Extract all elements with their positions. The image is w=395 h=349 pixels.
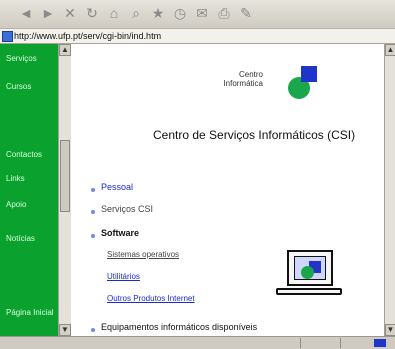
- sidebar-item-noticias[interactable]: Notícias: [6, 234, 56, 243]
- logo-square-icon: [301, 66, 317, 82]
- subitem-sistemas[interactable]: Sistemas operativos: [107, 250, 179, 259]
- edit-icon[interactable]: ✎: [236, 4, 256, 22]
- status-divider: [300, 338, 301, 348]
- bullet-icon: [91, 234, 95, 238]
- page-title: Centro de Serviços Informáticos (CSI): [153, 128, 356, 142]
- item-equipamentos[interactable]: Equipamentos informáticos disponíveis: [101, 322, 257, 332]
- main-scrollbar[interactable]: ▲ ▼: [384, 44, 395, 336]
- sidebar-item-links[interactable]: Links: [6, 174, 56, 183]
- computer-icon: [287, 250, 333, 286]
- back-icon[interactable]: ◄: [16, 4, 36, 22]
- subitem-utilitarios[interactable]: Utilitários: [107, 272, 140, 281]
- scroll-thumb[interactable]: [60, 140, 70, 212]
- address-text[interactable]: http://www.ufp.pt/serv/cgi-bin/ind.htm: [14, 29, 161, 43]
- computer-keyboard-icon: [276, 288, 342, 295]
- history-icon[interactable]: ◷: [170, 4, 190, 22]
- sidebar-item-apoio[interactable]: Apoio: [6, 200, 56, 209]
- scroll-down-icon[interactable]: ▼: [59, 324, 71, 336]
- screen-circle-icon: [301, 266, 314, 279]
- stop-icon[interactable]: ✕: [60, 4, 80, 22]
- sidebar-item-servicos[interactable]: Serviços: [6, 54, 56, 63]
- sidebar-item-cursos[interactable]: Cursos: [6, 82, 56, 91]
- browser-toolbar: ◄ ► ✕ ↻ ⌂ ⌕ ★ ◷ ✉ ⎙ ✎: [0, 0, 395, 29]
- search-icon[interactable]: ⌕: [126, 4, 146, 22]
- main-content: Centro Informática Centro de Serviços In…: [71, 44, 395, 336]
- scroll-up-icon[interactable]: ▲: [59, 44, 71, 56]
- status-divider: [340, 338, 341, 348]
- status-bar: [0, 336, 395, 349]
- bullet-icon: [91, 210, 95, 214]
- scroll-down-icon[interactable]: ▼: [385, 324, 395, 336]
- print-icon[interactable]: ⎙: [214, 4, 234, 22]
- subitem-outros[interactable]: Outros Produtos Internet: [107, 294, 195, 303]
- forward-icon[interactable]: ►: [38, 4, 58, 22]
- refresh-icon[interactable]: ↻: [82, 4, 102, 22]
- home-icon[interactable]: ⌂: [104, 4, 124, 22]
- item-software[interactable]: Software: [101, 228, 139, 238]
- favorites-icon[interactable]: ★: [148, 4, 168, 22]
- sidebar-scrollbar[interactable]: ▲ ▼: [58, 44, 71, 336]
- bullet-icon: [91, 328, 95, 332]
- page-icon: [2, 31, 13, 42]
- logo-text: Centro Informática: [223, 70, 263, 88]
- sidebar-item-contactos[interactable]: Contactos: [6, 150, 56, 159]
- item-servicos-csi[interactable]: Serviços CSI: [101, 204, 153, 214]
- mail-icon[interactable]: ✉: [192, 4, 212, 22]
- address-bar[interactable]: http://www.ufp.pt/serv/cgi-bin/ind.htm: [0, 29, 395, 44]
- item-pessoal[interactable]: Pessoal: [101, 182, 133, 192]
- internet-zone-icon: [374, 339, 386, 347]
- computer-screen: [294, 256, 326, 280]
- bullet-icon: [91, 188, 95, 192]
- scroll-up-icon[interactable]: ▲: [385, 44, 395, 56]
- sidebar-item-pagina-inicial[interactable]: Página Inicial: [6, 308, 56, 317]
